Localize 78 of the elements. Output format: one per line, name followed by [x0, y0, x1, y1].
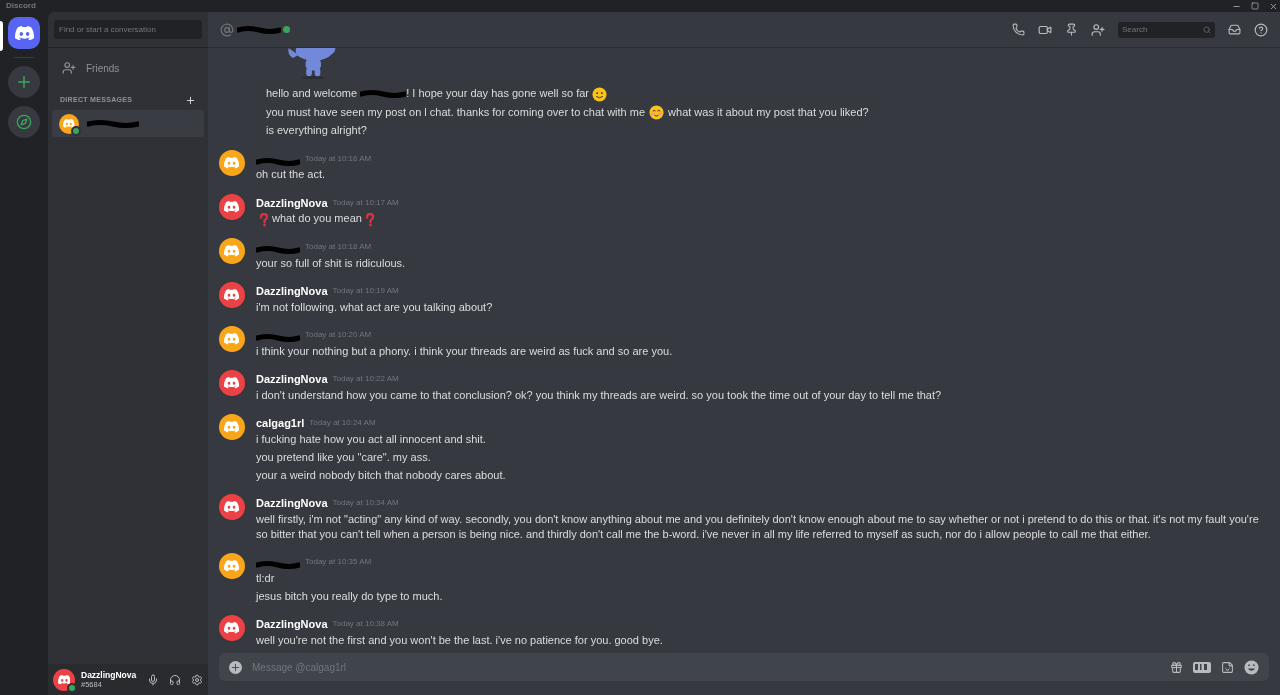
- direct-message-item[interactable]: [52, 110, 204, 137]
- redaction-mark: [256, 246, 300, 254]
- settings-icon[interactable]: [191, 673, 203, 686]
- headphones-icon[interactable]: [169, 673, 181, 686]
- discord-logo-icon: [14, 25, 34, 41]
- smiling-face-icon: [592, 86, 607, 102]
- explore-button[interactable]: [8, 106, 40, 138]
- help-icon[interactable]: [1254, 22, 1268, 37]
- discord-logo-icon: [224, 560, 240, 572]
- message-text: you must have seen my post on l chat. thanks for coming over to chat with me: [266, 105, 646, 118]
- plus-icon: [15, 73, 33, 91]
- question-mark-icon: [364, 212, 375, 227]
- emoji-icon: [1244, 659, 1259, 675]
- message-text: what do you mean: [272, 212, 362, 225]
- username: DazzlingNova: [81, 669, 138, 680]
- redaction-mark: [256, 334, 300, 342]
- discord-logo-icon: [224, 501, 240, 513]
- sticker-icon: [1221, 660, 1234, 674]
- message-text: well firstly, i'm not "acting" any kind of way. secondly, you don't know anything about me and you definitely don't know enough about me to say whether or not i pretend to do this or that. it's not my fault you're so bitter that you can't tell when a person is being nice. and thirdly don't call me the b-word. i've never in all my life referred to myself as such, nor do i allow people to call me that either.: [256, 512, 1259, 540]
- author-name[interactable]: DazzlingNova: [256, 372, 328, 386]
- message-text: you pretend like you "care". my ass.: [256, 450, 431, 463]
- discord-logo-icon: [224, 622, 240, 634]
- redaction-mark: [360, 90, 407, 99]
- message-text: well you're not the first and you won't be the last. i've no patience for you. good bye.: [256, 633, 663, 646]
- discord-logo-icon: [224, 289, 240, 301]
- message-text: tl:dr: [256, 571, 275, 584]
- add-server-button[interactable]: [8, 66, 40, 98]
- author-name[interactable]: DazzlingNova: [256, 496, 328, 510]
- microphone-icon[interactable]: [147, 673, 159, 686]
- message-text: jesus bitch you really do type to much.: [256, 589, 443, 602]
- question-mark-icon: [259, 212, 269, 227]
- conversation-search-field[interactable]: Find or start a conversation: [54, 20, 202, 39]
- discord-logo-icon: [224, 157, 240, 169]
- redaction-mark: [256, 157, 300, 166]
- header-search-field[interactable]: Search: [1118, 21, 1215, 38]
- phone-icon[interactable]: [1012, 23, 1025, 36]
- author-name[interactable]: DazzlingNova: [256, 617, 328, 631]
- gift-icon: [1170, 660, 1183, 674]
- close-icon[interactable]: [1269, 1, 1278, 11]
- friends-nav-item[interactable]: Friends: [52, 55, 204, 81]
- message-text: oh cut the act.: [256, 168, 326, 181]
- discord-logo-icon: [224, 421, 240, 433]
- message-text: ! I hope your day has gone well so far: [406, 87, 589, 100]
- friends-icon: [62, 61, 76, 75]
- redaction-mark: [87, 119, 139, 128]
- message-text: your so full of shit is ridiculous.: [256, 256, 406, 269]
- message-text: i fucking hate how you act all innocent and shit.: [256, 432, 486, 445]
- message-text: is everything alright?: [266, 124, 367, 137]
- discord-logo-icon: [224, 201, 240, 213]
- gif-icon: [1193, 661, 1211, 673]
- discord-logo-icon: [57, 674, 71, 685]
- message-text: hello and welcome: [266, 87, 359, 100]
- plus-icon[interactable]: [185, 95, 196, 106]
- discord-logo-icon: [63, 119, 75, 128]
- message-text: i'm not following. what act are you talking about?: [256, 300, 493, 313]
- home-button[interactable]: [8, 17, 40, 49]
- message-text: what was it about my post that you liked?: [668, 105, 869, 118]
- window-title: Discord: [6, 1, 36, 11]
- redaction-mark: [256, 561, 300, 569]
- pin-icon[interactable]: [1065, 23, 1078, 36]
- attach-icon: [229, 660, 242, 674]
- author-name[interactable]: DazzlingNova: [256, 284, 328, 298]
- at-sign-icon: [220, 22, 234, 37]
- discord-logo-icon: [224, 245, 240, 257]
- message-text: i think your nothing but a phony. i think your threads are weird as fuck and so are you.: [256, 344, 673, 357]
- add-user-icon[interactable]: [1091, 22, 1105, 37]
- message-text: your a weird nobody bitch that nobody cares about.: [256, 468, 506, 481]
- redaction-mark: [237, 26, 281, 35]
- message-text: i don't understand how you came to that conclusion? ok? you think my threads are weird. so you took the time out of your day to tell me that?: [256, 388, 942, 401]
- discord-logo-icon: [224, 333, 240, 345]
- compass-icon: [16, 114, 32, 130]
- author-name[interactable]: calgag1rl: [256, 416, 305, 430]
- blushing-face-icon: [649, 105, 665, 121]
- discord-logo-icon: [224, 377, 240, 389]
- inbox-icon[interactable]: [1228, 23, 1241, 36]
- author-name[interactable]: DazzlingNova: [256, 195, 328, 210]
- search-icon: [1203, 25, 1211, 34]
- maximize-icon[interactable]: [1251, 1, 1259, 10]
